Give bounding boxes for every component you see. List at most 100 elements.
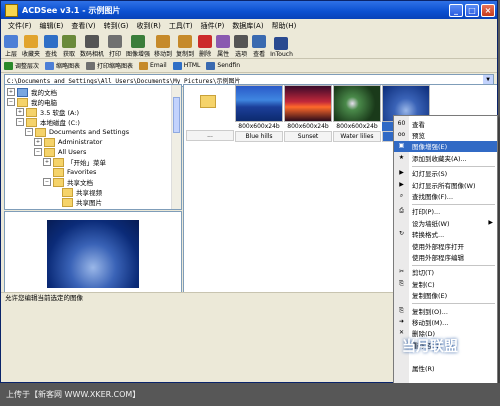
menu-item[interactable]: 文件(F) (4, 21, 36, 31)
tree-item[interactable]: − 我的电脑 (7, 97, 181, 107)
context-menu-item[interactable]: 使用外部程序打开 (394, 240, 497, 251)
toolbar-button[interactable]: 删除 (198, 35, 213, 58)
toolbar2-button[interactable]: 缩略图表 (45, 61, 80, 70)
menu-item[interactable]: 转到(G) (100, 21, 133, 31)
tree-item[interactable]: − 本地磁盘 (C:) (7, 117, 181, 127)
expand-toggle-icon[interactable]: − (16, 118, 24, 126)
tree-item-label: Favorites (67, 168, 97, 176)
context-menu-item[interactable]: ↻ 转换格式... (394, 229, 497, 240)
context-menu-item[interactable]: ▣ 图像增强(E) (394, 140, 497, 153)
toolbar-button[interactable]: 上层 (4, 35, 18, 58)
context-menu-item[interactable]: ⎘ 复制到(O)... (394, 305, 497, 316)
expand-toggle-icon[interactable]: + (16, 108, 24, 116)
toolbar2-button[interactable]: Email (139, 61, 167, 70)
context-menu-label: 查找图像(F)... (412, 193, 454, 202)
context-menu-label: 幻灯显示(S) (412, 170, 448, 179)
context-menu-label: 复制图像(E) (412, 292, 448, 301)
thumbnail-item[interactable]: ... (186, 85, 234, 141)
toolbar-button[interactable]: InTouch (270, 37, 293, 58)
tree-item[interactable]: +3.5 软盘 (A:) (7, 107, 181, 117)
toolbar-button[interactable]: 选项 (234, 35, 249, 58)
toolbar2-button[interactable]: 调整层次 (4, 61, 39, 70)
tree-scrollbar[interactable] (171, 85, 181, 209)
toolbar-button[interactable]: 移动到 (154, 35, 172, 58)
toolbar-button-label: 查看 (253, 51, 266, 58)
tree-item[interactable]: − All Users (7, 147, 181, 157)
context-menu-item[interactable]: 60 查看 (394, 118, 497, 129)
context-menu-item[interactable]: oo 预览 (394, 129, 497, 140)
context-menu-item[interactable]: ✂ 剪切(T) (394, 267, 497, 278)
add-favorites-icon: ★ (398, 153, 405, 161)
toolbar-button[interactable]: 获取 (62, 35, 77, 58)
tree-item[interactable]: 共享图片 (7, 197, 181, 207)
toolbar-button[interactable]: 复制到 (176, 35, 194, 58)
tree-item-label: 共享文档 (67, 179, 93, 187)
tree-item-label: 我的电脑 (31, 99, 57, 107)
context-menu-item[interactable]: ⎙ 打印(P)... (394, 206, 497, 217)
toolbar2-button[interactable]: Sendfin (206, 61, 240, 70)
tree-item[interactable]: + 我的文档 (7, 87, 181, 97)
expand-toggle-icon[interactable]: − (34, 148, 42, 156)
favorites-icon (24, 35, 38, 48)
toolbar-button[interactable]: 查找 (44, 35, 59, 58)
menu-item[interactable]: 查看(V) (67, 21, 99, 31)
tree-scrollbar-thumb[interactable] (173, 97, 180, 133)
context-menu-item[interactable]: 复制图像(E) (394, 289, 497, 300)
menu-item[interactable]: 帮助(H) (268, 21, 301, 31)
toolbar-button[interactable]: 收藏夹 (22, 35, 40, 58)
toolbar2-label: 打印缩略图表 (97, 63, 134, 70)
context-menu-item[interactable]: ▶ 幻灯显示所有图像(W) (394, 179, 497, 190)
expand-toggle-icon[interactable]: + (43, 158, 51, 166)
menu-item[interactable]: 插件(P) (197, 21, 229, 31)
thumbnail-item[interactable]: 800x600x24b Blue hills (235, 85, 283, 142)
menu-item[interactable]: 编辑(E) (36, 21, 68, 31)
toolbar-button[interactable]: 查看 (252, 35, 267, 58)
maximize-button[interactable]: □ (465, 3, 479, 17)
tree-item[interactable]: + Administrator (7, 137, 181, 147)
toolbar2-button[interactable]: 打印缩略图表 (86, 61, 133, 70)
context-menu-item[interactable]: ⌕ 查找图像(F)... (394, 190, 497, 201)
tree-item[interactable]: + 「开始」菜单 (7, 157, 181, 167)
context-menu-item[interactable]: ➜ 移动到(M)... (394, 316, 497, 327)
thumbnail-item[interactable]: 800x600x24b Water lilies (333, 85, 381, 142)
toolbar2-icon (206, 61, 216, 70)
acquire-icon (62, 35, 77, 48)
toolbar2-icon (45, 61, 55, 70)
menu-item[interactable]: 收到(R) (133, 21, 165, 31)
toolbar-button[interactable]: 数码相机 (80, 35, 104, 58)
address-dropdown-icon[interactable]: ▼ (483, 75, 493, 84)
toolbar2-label: HTML (183, 62, 201, 69)
toolbar-button-label: InTouch (270, 51, 293, 58)
toolbar-button[interactable]: 属性 (216, 35, 231, 58)
context-menu-item[interactable]: 设为墙纸(W) ▶ (394, 217, 497, 228)
toolbar2-button[interactable]: HTML (172, 61, 201, 70)
tree-item[interactable]: Favorites (7, 167, 181, 177)
context-menu-item[interactable]: ⎘ 复制(C) (394, 278, 497, 289)
app-icon (5, 3, 18, 17)
expand-toggle-icon[interactable]: + (34, 138, 42, 146)
toolbar-button-label: 属性 (217, 51, 230, 58)
expand-toggle-icon[interactable]: − (7, 98, 15, 106)
tree-item[interactable]: − Documents and Settings (7, 127, 181, 137)
copy-to-icon: ⎘ (399, 306, 404, 314)
minimize-button[interactable]: _ (449, 3, 463, 17)
expand-toggle-icon[interactable]: − (25, 128, 33, 136)
thumbnail-item[interactable]: 800x600x24b Sunset (284, 85, 332, 142)
expand-toggle-icon[interactable]: − (43, 178, 51, 186)
tree-item[interactable]: 共享视频 (7, 187, 181, 197)
context-menu-label: 预览 (412, 132, 425, 141)
copy-image-icon (397, 291, 406, 299)
close-button[interactable]: × (481, 3, 495, 17)
menu-item[interactable]: 工具(T) (165, 21, 197, 31)
context-menu-item[interactable]: 使用外部程序编辑 (394, 251, 497, 262)
tree-item[interactable]: − 共享文档 (7, 177, 181, 187)
toolbar-button[interactable]: 打印 (108, 35, 123, 58)
preview-image (47, 220, 139, 288)
menu-item[interactable]: 数据库(A) (228, 21, 267, 31)
expand-toggle-icon[interactable]: + (7, 88, 15, 96)
tree-item-label: Administrator (58, 138, 103, 146)
context-menu-item[interactable]: ★ 添加到收藏夹(A)... (394, 152, 497, 163)
context-menu-item[interactable]: ▶ 幻灯显示(S) (394, 168, 497, 179)
folder-icon (26, 117, 37, 127)
toolbar-button[interactable]: 图像增强 (126, 35, 150, 58)
